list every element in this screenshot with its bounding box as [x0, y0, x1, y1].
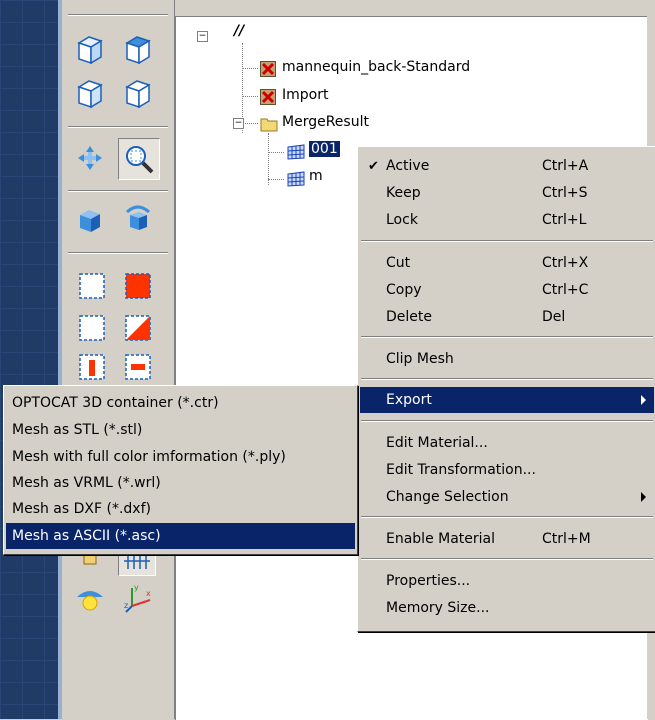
menu-separator — [361, 240, 653, 242]
export-stl-item[interactable]: Mesh as STL (*.stl) — [6, 417, 355, 443]
menu-item-memory-size[interactable]: Memory Size... — [360, 595, 654, 621]
solid-cube-icon[interactable] — [72, 202, 108, 238]
axes-icon[interactable]: yx z — [120, 580, 156, 616]
export-ctr-item[interactable]: OPTOCAT 3D container (*.ctr) — [6, 390, 355, 416]
tree-line — [268, 133, 269, 185]
cube-view-top-icon[interactable] — [72, 76, 108, 112]
zoom-magnifier-icon — [126, 146, 154, 174]
menu-separator — [361, 558, 653, 560]
menu-item-change-selection[interactable]: Change Selection — [360, 484, 654, 510]
tree-item-selected[interactable]: 001 — [309, 141, 340, 157]
menu-item-properties[interactable]: Properties... — [360, 568, 654, 594]
menu-item-lock[interactable]: Lock Ctrl+L — [360, 207, 654, 233]
submenu-arrow-icon — [641, 492, 646, 502]
invert-selection-icon[interactable] — [120, 310, 156, 346]
tree-item-mesh[interactable]: m — [309, 168, 323, 184]
tree-line — [242, 68, 258, 69]
panel-top-border — [175, 0, 655, 16]
export-wrl-item[interactable]: Mesh as VRML (*.wrl) — [6, 470, 355, 496]
toolbar-separator — [68, 126, 168, 128]
tree-item-mergeresult[interactable]: MergeResult — [282, 114, 369, 130]
x-box-icon — [260, 61, 276, 77]
menu-item-delete[interactable]: Delete Del — [360, 304, 654, 330]
tree-item-mannequin[interactable]: mannequin_back-Standard — [282, 59, 470, 75]
menu-separator — [361, 378, 653, 380]
export-ply-item[interactable]: Mesh with full color imformation (*.ply) — [6, 444, 355, 470]
context-menu: ✔ Active Ctrl+A Keep Ctrl+S Lock Ctrl+L … — [357, 146, 655, 632]
cube-view-side-icon[interactable] — [120, 32, 156, 68]
move-arrows-icon[interactable] — [72, 140, 108, 176]
zoom-button[interactable] — [118, 138, 160, 180]
tree-line — [242, 96, 258, 97]
svg-text:y: y — [134, 583, 139, 592]
export-dxf-item[interactable]: Mesh as DXF (*.dxf) — [6, 496, 355, 522]
menu-item-copy[interactable]: Copy Ctrl+C — [360, 277, 654, 303]
toolbar-separator — [68, 252, 168, 254]
menu-separator — [361, 420, 653, 422]
menu-item-cut[interactable]: Cut Ctrl+X — [360, 250, 654, 276]
tree-line — [268, 152, 284, 153]
menu-separator — [361, 516, 653, 518]
tree-root-label[interactable]: // — [234, 23, 244, 39]
submenu-arrow-icon — [641, 395, 646, 405]
mergeresult-collapse-icon[interactable]: − — [233, 118, 244, 129]
x-box-icon — [260, 89, 276, 105]
menu-item-clip-mesh[interactable]: Clip Mesh — [360, 346, 654, 372]
vertical-toolbar: yx z — [62, 0, 175, 719]
light-icon[interactable] — [72, 582, 108, 618]
menu-item-enable-material[interactable]: Enable Material Ctrl+M — [360, 526, 654, 552]
menu-separator — [361, 336, 653, 338]
tree-item-import[interactable]: Import — [282, 87, 328, 103]
tree-line — [242, 123, 258, 124]
viewport-strip — [0, 0, 62, 719]
add-selection-icon[interactable] — [74, 352, 110, 382]
check-icon: ✔ — [368, 158, 379, 174]
menu-item-keep[interactable]: Keep Ctrl+S — [360, 180, 654, 206]
export-submenu: OPTOCAT 3D container (*.ctr) Mesh as STL… — [3, 385, 358, 555]
rotate-cube-icon[interactable] — [120, 200, 156, 236]
select-empty-icon[interactable] — [74, 268, 110, 304]
deselect-icon[interactable] — [74, 310, 110, 346]
cube-view-front-icon[interactable] — [72, 32, 108, 68]
mesh-icon — [286, 171, 306, 187]
menu-item-edit-material[interactable]: Edit Material... — [360, 430, 654, 456]
menu-item-edit-transformation[interactable]: Edit Transformation... — [360, 457, 654, 483]
mesh-icon — [286, 144, 306, 160]
tree-root-collapse-icon[interactable]: − — [197, 31, 208, 42]
svg-text:x: x — [146, 589, 151, 598]
toolbar-separator — [68, 14, 168, 16]
folder-icon — [260, 116, 278, 132]
menu-item-export[interactable]: Export — [360, 387, 654, 413]
toolbar-separator — [68, 190, 168, 192]
svg-text:z: z — [124, 601, 128, 610]
tree-line — [268, 179, 284, 180]
cube-view-iso-icon[interactable] — [120, 76, 156, 112]
select-filled-icon[interactable] — [120, 268, 156, 304]
export-asc-item[interactable]: Mesh as ASCII (*.asc) — [6, 523, 355, 549]
remove-selection-icon[interactable] — [120, 352, 156, 382]
menu-item-active[interactable]: ✔ Active Ctrl+A — [360, 153, 654, 179]
